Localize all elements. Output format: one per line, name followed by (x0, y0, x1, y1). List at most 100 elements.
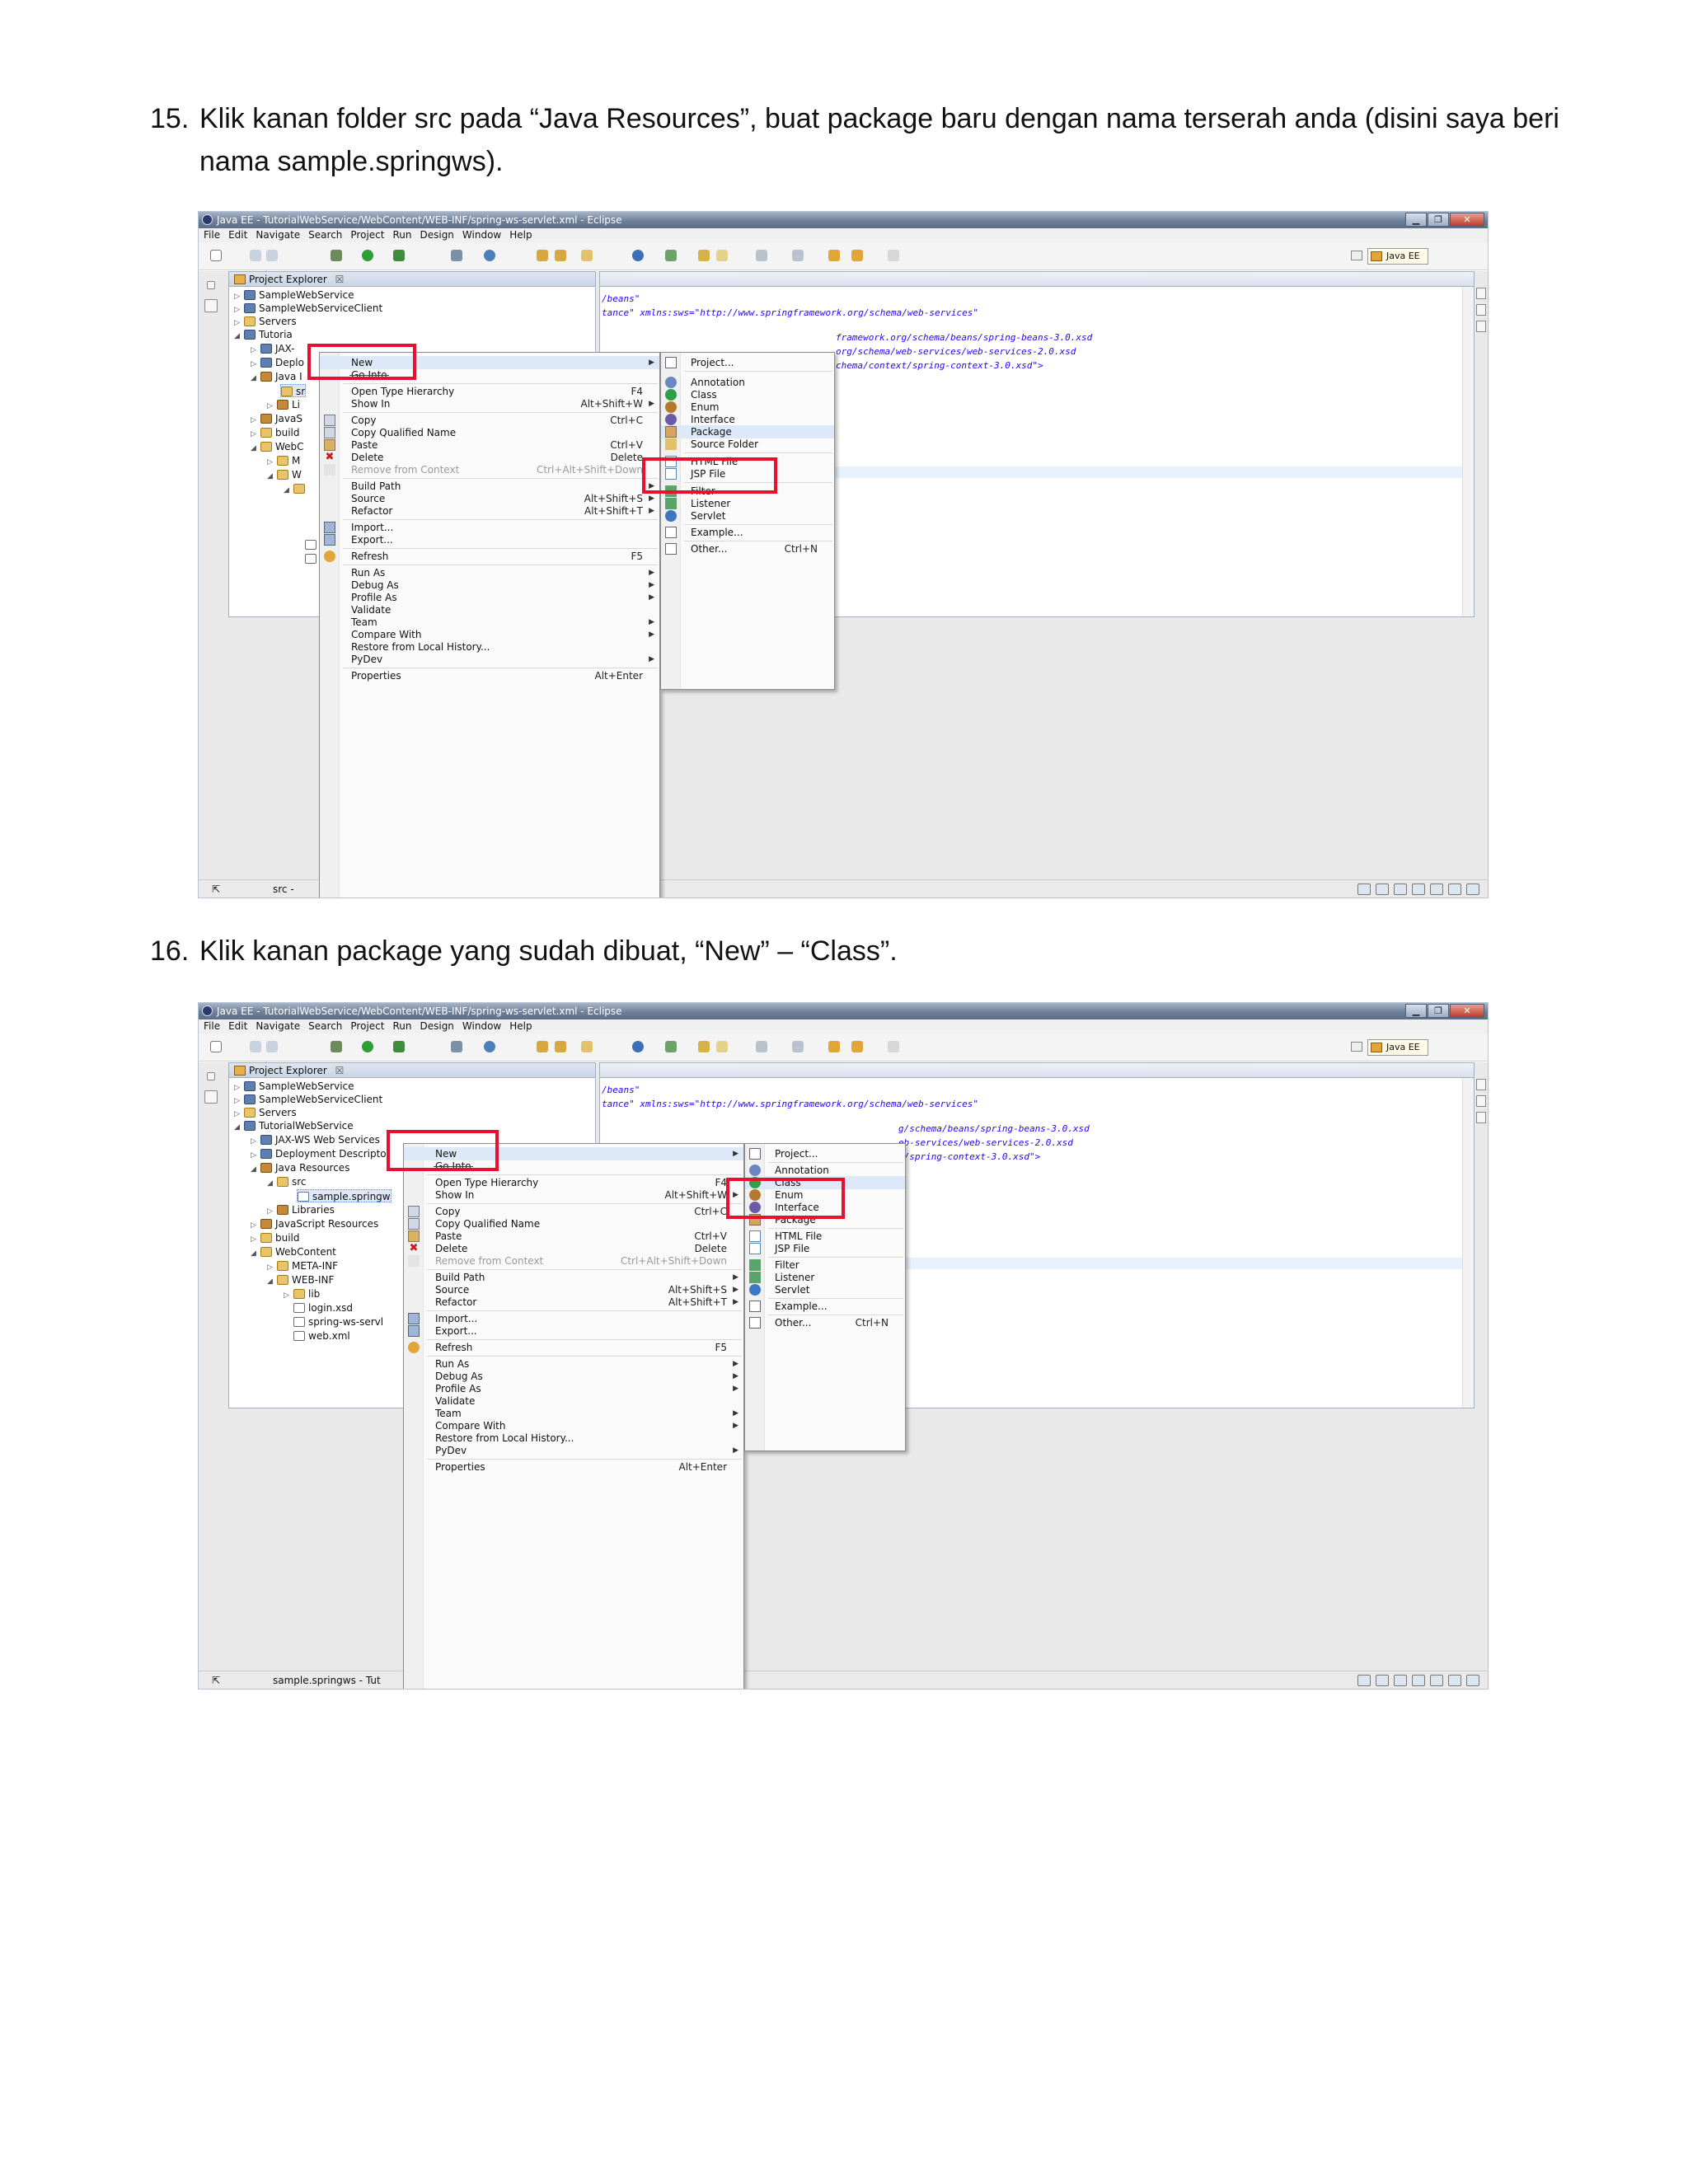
minimized-view-icon[interactable] (204, 299, 218, 312)
progress-icon[interactable] (1466, 883, 1479, 895)
menu-build-path[interactable]: Build Path ▶ (320, 480, 659, 493)
menu-restore-history[interactable]: Restore from Local History... (404, 1432, 743, 1445)
open-perspective-icon[interactable] (1351, 251, 1362, 260)
menu-pydev[interactable]: PyDev ▶ (320, 653, 659, 666)
console-icon[interactable] (1394, 1675, 1407, 1686)
menu-search[interactable]: Search (308, 229, 342, 241)
problems-icon[interactable] (1357, 883, 1371, 895)
menu-copy[interactable]: Copy Ctrl+C (404, 1205, 743, 1218)
new-web-service-icon[interactable] (484, 1041, 495, 1052)
problems-icon[interactable] (1357, 1675, 1371, 1686)
browser-icon[interactable] (632, 250, 644, 261)
search-icon[interactable] (665, 1041, 677, 1052)
menu-validate[interactable]: Validate (404, 1394, 743, 1408)
submenu-listener[interactable]: Listener (661, 497, 834, 510)
menu-open-type-hierarchy[interactable]: Open Type Hierarchy F4 (320, 385, 659, 398)
menu-window[interactable]: Window (462, 1020, 501, 1032)
tree-item-selected[interactable]: sr (280, 384, 307, 397)
menu-design[interactable]: Design (420, 1020, 453, 1032)
menu-import[interactable]: Import... (320, 521, 659, 534)
menu-copy[interactable]: Copy Ctrl+C (320, 414, 659, 427)
submenu-other[interactable]: Other... Ctrl+N (661, 542, 834, 555)
menu-properties[interactable]: Properties Alt+Enter (404, 1460, 743, 1474)
minimized-view-icon[interactable] (204, 1090, 218, 1104)
menu-help[interactable]: Help (509, 229, 532, 241)
menu-paste[interactable]: Paste Ctrl+V (320, 438, 659, 452)
menu-refactor[interactable]: Refactor Alt+Shift+T ▶ (404, 1296, 743, 1309)
menu-profile-as[interactable]: Profile As ▶ (320, 591, 659, 604)
last-edit-icon[interactable] (828, 1041, 840, 1052)
menu-restore-history[interactable]: Restore from Local History... (320, 640, 659, 654)
menu-project[interactable]: Project (350, 1020, 384, 1032)
save-icon[interactable] (250, 250, 261, 261)
open-resource-icon[interactable] (555, 250, 566, 261)
open-task-icon[interactable] (581, 1041, 593, 1052)
tree-item[interactable]: ◢ W (267, 468, 302, 481)
tree-item[interactable]: ◢ WEB-INF (267, 1273, 334, 1286)
menu-validate[interactable]: Validate (320, 603, 659, 616)
debug-icon[interactable] (331, 250, 342, 261)
tree-item[interactable]: spring-ws-servl (293, 1315, 383, 1329)
menu-run-as[interactable]: Run As ▶ (320, 566, 659, 579)
properties-icon[interactable] (1412, 1675, 1425, 1686)
servers-icon[interactable] (1376, 883, 1389, 895)
tree-item[interactable]: ▷ M (267, 454, 300, 467)
menu-export[interactable]: Export... (404, 1324, 743, 1338)
minimize-button[interactable]: ▁ (1405, 1004, 1427, 1018)
menu-paste[interactable]: Paste Ctrl+V (404, 1230, 743, 1243)
prev-annotation-icon[interactable] (792, 250, 804, 261)
editor-scrollbar[interactable] (1462, 287, 1474, 616)
menu-copy-qualified-name[interactable]: Copy Qualified Name (404, 1217, 743, 1230)
data-source-icon[interactable] (1430, 883, 1443, 895)
tree-item[interactable]: ▷ Li (267, 398, 300, 411)
menu-file[interactable]: File (204, 1020, 220, 1032)
annotation-icon[interactable] (698, 250, 710, 261)
menu-window[interactable]: Window (462, 229, 501, 241)
menu-debug-as[interactable]: Debug As ▶ (404, 1370, 743, 1383)
tree-item[interactable]: ▷ JAX-WS Web Services (251, 1133, 380, 1146)
open-type-icon[interactable] (537, 1041, 548, 1052)
menu-refresh[interactable]: Refresh F5 (404, 1341, 743, 1354)
submenu-source-folder[interactable]: Source Folder (661, 438, 834, 451)
submenu-html-file[interactable]: HTML File (745, 1230, 905, 1243)
editor-scrollbar[interactable] (1462, 1078, 1474, 1408)
menu-source[interactable]: Source Alt+Shift+S ▶ (404, 1283, 743, 1296)
tree-item[interactable]: ◢ WebContent (251, 1245, 336, 1258)
menu-show-in[interactable]: Show In Alt+Shift+W ▶ (404, 1188, 743, 1202)
forward-icon[interactable] (888, 1041, 899, 1052)
tree-item[interactable]: ▷ Servers (234, 315, 297, 328)
tree-item[interactable]: web.xml (293, 1329, 350, 1343)
data-source-icon[interactable] (1430, 1675, 1443, 1686)
next-annotation-icon[interactable] (756, 250, 767, 261)
close-view-icon[interactable]: ☒ (335, 274, 345, 285)
menu-pydev[interactable]: PyDev ▶ (404, 1444, 743, 1457)
tree-item[interactable]: ▷ build (251, 426, 300, 439)
next-annotation-icon[interactable] (756, 1041, 767, 1052)
tree-item[interactable]: ◢ (284, 482, 308, 495)
menu-profile-as[interactable]: Profile As ▶ (404, 1382, 743, 1395)
menu-team[interactable]: Team ▶ (320, 616, 659, 629)
new-icon[interactable] (210, 1041, 222, 1052)
open-perspective-icon[interactable] (1351, 1042, 1362, 1052)
tree-item[interactable]: ▷ build (251, 1231, 300, 1244)
restore-icon[interactable] (207, 281, 215, 289)
menu-refactor[interactable]: Refactor Alt+Shift+T ▶ (320, 504, 659, 518)
menu-file[interactable]: File (204, 229, 220, 241)
submenu-example[interactable]: Example... (745, 1300, 905, 1313)
tree-item[interactable]: ▷ SampleWebServiceClient (234, 1093, 382, 1106)
tree-item-selected[interactable]: sample.springw (297, 1189, 392, 1202)
menu-edit[interactable]: Edit (228, 1020, 247, 1032)
menu-run-as[interactable]: Run As ▶ (404, 1357, 743, 1371)
tree-item[interactable]: ▷ Deployment Descripto (251, 1147, 387, 1160)
menu-team[interactable]: Team ▶ (404, 1407, 743, 1420)
submenu-filter[interactable]: Filter (745, 1258, 905, 1272)
tree-item[interactable]: ▷ SampleWebService (234, 1080, 354, 1093)
tree-item[interactable]: ◢ Tutoria (234, 328, 293, 341)
tree-item[interactable]: ▷ Servers (234, 1106, 297, 1119)
tree-item[interactable]: ▷ lib (284, 1287, 320, 1301)
search-icon[interactable] (665, 250, 677, 261)
new-web-service-icon[interactable] (484, 250, 495, 261)
last-edit-icon[interactable] (828, 250, 840, 261)
maximize-button[interactable]: ❐ (1428, 1004, 1449, 1018)
close-view-icon[interactable]: ☒ (335, 1065, 345, 1076)
